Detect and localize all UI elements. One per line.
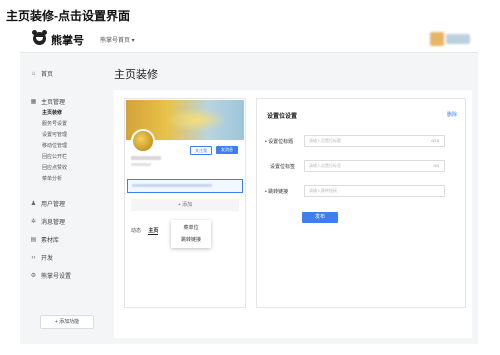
sidebar-sub-item[interactable]: 服务号设置 — [42, 120, 67, 127]
link-placeholder: 请输入跳转链接 — [309, 188, 337, 193]
code-icon: ‹› — [31, 254, 36, 261]
user-icon: ♟ — [30, 201, 37, 207]
homepage-preview: 关注我 发消息 + 添加 动态 主页 菜单位 跳转链接 — [124, 98, 246, 308]
profile-avatar[interactable] — [131, 129, 155, 153]
sidebar-item-label: 主页管理 — [41, 100, 66, 106]
sidebar-item-label: 开发 — [41, 256, 54, 262]
sidebar-item-homepage-manage[interactable]: ▦ 主页管理 — [30, 97, 65, 106]
title-input[interactable]: 请输入设置位标题 0/15 — [304, 135, 445, 147]
link-input[interactable]: 请输入跳转链接 — [304, 185, 445, 197]
tag-placeholder: 请输入设置位标签 — [309, 163, 341, 168]
top-bar: 熊掌号 熊掌号首页 ▾ — [20, 26, 478, 53]
title-placeholder: 请输入设置位标题 — [309, 138, 341, 143]
publish-button[interactable]: 发布 — [302, 212, 338, 223]
account-switch-dropdown[interactable]: 熊掌号首页 ▾ — [100, 35, 135, 44]
profile-name — [131, 156, 161, 160]
follow-button[interactable]: 关注我 — [190, 146, 212, 155]
preview-tabs: 动态 主页 — [131, 227, 164, 235]
sidebar-sub-item[interactable]: 菜单分析 — [42, 175, 62, 182]
dropdown-item-menu[interactable]: 菜单位 — [171, 224, 211, 231]
gear-icon: ✲ — [30, 219, 37, 225]
sidebar-sub-item[interactable]: 移动位管理 — [42, 142, 67, 149]
sidebar-item-label: 素材库 — [41, 238, 60, 244]
folder-icon: ▤ — [30, 237, 37, 243]
sidebar: ⌂ 首页 ▦ 主页管理 主页装修 服务号设置 设置可管理 移动位管理 回应公开栏… — [20, 53, 104, 344]
sidebar-item-develop[interactable]: ‹› 开发 — [30, 253, 54, 263]
sidebar-item-home[interactable]: ⌂ 首页 — [30, 69, 54, 79]
link-label: • 跳转链接 — [265, 189, 289, 195]
sidebar-item-label: 消息管理 — [41, 220, 66, 226]
sidebar-item-materials[interactable]: ▤ 素材库 — [30, 235, 59, 244]
user-avatar[interactable] — [430, 32, 444, 46]
settings-icon: ⚙ — [30, 273, 37, 279]
tag-label: 设置位标签 — [270, 164, 296, 170]
title-char-count: 0/15 — [431, 138, 439, 143]
sidebar-sub-item-decoration[interactable]: 主页装修 — [42, 109, 62, 116]
menu-type-dropdown: 菜单位 跳转链接 — [171, 220, 211, 248]
tag-input[interactable]: 请输入设置位标签 0/4 — [304, 160, 445, 172]
tab-home[interactable]: 主页 — [148, 227, 159, 235]
profile-info — [131, 163, 151, 166]
logo-text: 熊掌号 — [51, 35, 84, 47]
sidebar-sub-item[interactable]: 回应公开栏 — [42, 153, 67, 160]
delete-link[interactable]: 删除 — [447, 111, 457, 118]
app-window: 熊掌号 熊掌号首页 ▾ ⌂ 首页 ▦ 主页管理 主页装修 服务号设置 设置可管理… — [20, 26, 478, 344]
message-button[interactable]: 发消息 — [216, 146, 238, 154]
sidebar-sub-item[interactable]: 设置可管理 — [42, 131, 67, 138]
screenshot-caption: 主页装修-点击设置界面 — [6, 9, 130, 23]
page-title: 主页装修 — [114, 69, 158, 81]
selected-menu-slot[interactable] — [127, 179, 243, 193]
dropdown-item-link[interactable]: 跳转链接 — [171, 236, 211, 243]
sidebar-item-label: 首页 — [41, 72, 54, 78]
main-card: 关注我 发消息 + 添加 动态 主页 菜单位 跳转链接 设置位设置 删除 • 设… — [114, 90, 472, 338]
settings-panel: 设置位设置 删除 • 设置位标题 请输入设置位标题 0/15 设置位标签 请输入… — [256, 98, 466, 308]
sidebar-item-label: 熊掌号设置 — [41, 274, 72, 280]
user-name[interactable] — [446, 34, 470, 44]
home-icon: ⌂ — [31, 70, 36, 77]
sidebar-item-label: 用户管理 — [41, 202, 66, 208]
tag-char-count: 0/4 — [433, 163, 439, 168]
sidebar-sub-item[interactable]: 回应点赞收 — [42, 164, 67, 171]
title-label: • 设置位标题 — [265, 139, 294, 145]
add-menu-button[interactable]: + 添加 — [131, 199, 239, 211]
paw-logo-icon — [32, 30, 47, 45]
sidebar-item-settings[interactable]: ⚙ 熊掌号设置 — [30, 271, 71, 280]
settings-title: 设置位设置 — [267, 114, 298, 120]
tab-dynamic[interactable]: 动态 — [131, 227, 141, 234]
sidebar-item-users[interactable]: ♟ 用户管理 — [30, 199, 65, 208]
grid-icon: ▦ — [30, 99, 37, 105]
sidebar-item-messages[interactable]: ✲ 消息管理 — [30, 217, 65, 226]
add-function-button[interactable]: + 添加功能 — [40, 315, 94, 329]
